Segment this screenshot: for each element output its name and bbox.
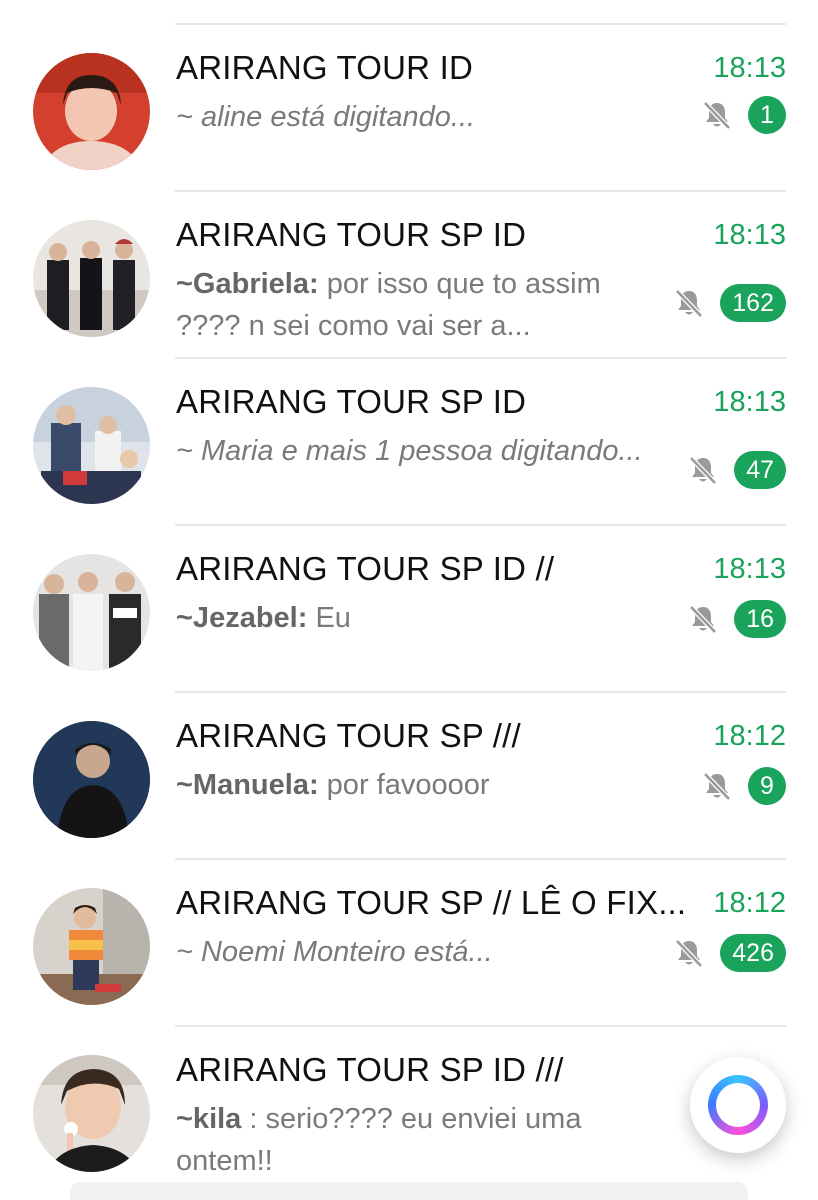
chat-preview: ~Jezabel: Eu bbox=[176, 597, 656, 639]
group-avatar-icon bbox=[33, 721, 150, 838]
chat-preview: ~ Maria e mais 1 pessoa digitando... bbox=[176, 430, 656, 472]
preview-message: ~ aline está digitando... bbox=[176, 101, 476, 133]
bell-slash-icon bbox=[689, 456, 717, 485]
row-status: 426 bbox=[672, 934, 786, 972]
group-avatar-icon bbox=[33, 888, 150, 1005]
group-avatar-icon bbox=[33, 387, 150, 504]
preview-sender: ~Jezabel: bbox=[176, 602, 308, 634]
bottom-edge-bar bbox=[70, 1182, 748, 1200]
chat-time: 18:12 bbox=[713, 887, 786, 919]
chat-time: 18:13 bbox=[713, 386, 786, 418]
assistant-floating-button[interactable] bbox=[690, 1057, 786, 1153]
unread-badge: 1 bbox=[748, 96, 786, 134]
group-avatar[interactable] bbox=[33, 554, 150, 671]
chat-preview: ~ Noemi Monteiro está... bbox=[176, 931, 656, 973]
group-avatar-icon bbox=[33, 220, 150, 337]
unread-badge: 426 bbox=[720, 934, 786, 972]
chat-title: ARIRANG TOUR SP ID bbox=[176, 216, 527, 253]
row-status: 9 bbox=[700, 767, 786, 805]
bell-slash-icon bbox=[703, 101, 731, 130]
unread-badge: 162 bbox=[720, 284, 786, 322]
chat-row[interactable]: ARIRANG TOUR SP ID 18:13 ~ Maria e mais … bbox=[0, 359, 818, 526]
chat-time: 18:13 bbox=[713, 219, 786, 251]
row-status: 47 bbox=[686, 451, 786, 489]
chat-row[interactable]: ARIRANG TOUR SP ID // 18:13 ~Jezabel: Eu… bbox=[0, 526, 818, 693]
chat-title: ARIRANG TOUR SP ID // bbox=[176, 550, 555, 587]
bell-slash-icon bbox=[689, 605, 717, 634]
group-avatar[interactable] bbox=[33, 888, 150, 1005]
group-avatar[interactable] bbox=[33, 1055, 150, 1172]
chat-preview: ~kila : serio???? eu enviei uma ontem!! bbox=[176, 1098, 656, 1182]
group-avatar[interactable] bbox=[33, 721, 150, 838]
group-avatar[interactable] bbox=[33, 387, 150, 504]
chat-row[interactable]: ARIRANG TOUR SP /// 18:12 ~Manuela: por … bbox=[0, 693, 818, 860]
unread-badge: 47 bbox=[734, 451, 786, 489]
group-avatar-icon bbox=[33, 554, 150, 671]
bell-slash-icon bbox=[675, 289, 704, 318]
chat-time: 18:13 bbox=[713, 553, 786, 585]
bell-slash-icon bbox=[675, 939, 704, 968]
assistant-ring-icon bbox=[708, 1075, 768, 1135]
chat-preview: ~ aline está digitando... bbox=[176, 96, 656, 138]
group-avatar[interactable] bbox=[33, 220, 150, 337]
preview-sender: ~kila bbox=[176, 1103, 242, 1135]
unread-badge: 16 bbox=[734, 600, 786, 638]
group-avatar-icon bbox=[33, 53, 150, 170]
bell-slash-icon bbox=[703, 772, 731, 801]
row-status: 16 bbox=[686, 600, 786, 638]
chat-title: ARIRANG TOUR SP ID /// bbox=[176, 1051, 564, 1088]
preview-sender: ~Gabriela: bbox=[176, 268, 319, 300]
chat-time: 18:12 bbox=[713, 720, 786, 752]
preview-message: Eu bbox=[307, 602, 351, 634]
chat-row[interactable]: ARIRANG TOUR SP // LÊ O FIX... 18:12 ~ N… bbox=[0, 860, 818, 1027]
chat-title: ARIRANG TOUR ID bbox=[176, 49, 473, 86]
unread-badge: 9 bbox=[748, 767, 786, 805]
chat-list: ARIRANG TOUR ID 18:13 ~ aline está digit… bbox=[0, 25, 818, 1194]
chat-time: 18:13 bbox=[713, 52, 786, 84]
group-avatar-icon bbox=[33, 1055, 150, 1172]
row-status: 1 bbox=[700, 96, 786, 134]
chat-preview: ~Gabriela: por isso que to assim ???? n … bbox=[176, 263, 656, 347]
row-status: 162 bbox=[672, 284, 786, 322]
group-avatar[interactable] bbox=[33, 53, 150, 170]
preview-sender: ~Manuela: bbox=[176, 769, 319, 801]
preview-message: ~ Noemi Monteiro está... bbox=[176, 936, 493, 968]
preview-message: ~ Maria e mais 1 pessoa digitando... bbox=[176, 435, 643, 467]
chat-title: ARIRANG TOUR SP ID bbox=[176, 383, 527, 420]
chat-row[interactable]: ARIRANG TOUR SP ID 18:13 ~Gabriela: por … bbox=[0, 192, 818, 359]
chat-title: ARIRANG TOUR SP // LÊ O FIX... bbox=[176, 884, 687, 921]
preview-message: por favoooor bbox=[318, 769, 490, 801]
chat-row[interactable]: ARIRANG TOUR ID 18:13 ~ aline está digit… bbox=[0, 25, 818, 192]
chat-title: ARIRANG TOUR SP /// bbox=[176, 717, 521, 754]
chat-preview: ~Manuela: por favoooor bbox=[176, 764, 656, 806]
